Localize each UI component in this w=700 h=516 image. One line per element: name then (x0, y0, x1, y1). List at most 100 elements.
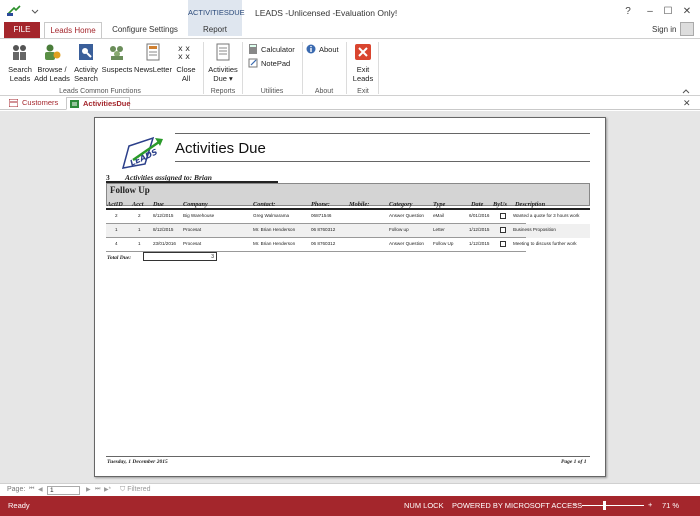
report-icon (216, 43, 230, 61)
title-rule (175, 161, 590, 162)
search-leads-label-2: Leads (9, 74, 31, 83)
activity-search-button[interactable]: Activity Search (72, 43, 100, 83)
browse-add-leads-button[interactable]: Browse / Add Leads (34, 43, 70, 83)
cell-company: Procesat (183, 241, 202, 246)
cell-date: 6/01/2016 (469, 213, 490, 218)
search-leads-label-1: Search (8, 65, 32, 74)
close-document-button[interactable]: ✕ (683, 98, 691, 109)
report-tab-icon (70, 100, 79, 108)
cell-due: 23/01/2016 (153, 241, 176, 246)
close-all-label-1: Close (176, 65, 196, 74)
group-label-reports: Reports (210, 88, 236, 95)
cell-contact: Greg Walmarama (253, 213, 290, 218)
close-window-button[interactable]: ✕ (680, 6, 694, 17)
footer-date: Tuesday, 1 December 2015 (107, 459, 168, 465)
group-label-leads-common: Leads Common Functions (59, 88, 141, 95)
tab-configure-settings[interactable]: Configure Settings (106, 22, 184, 38)
col-header-actid: ActID (107, 201, 123, 208)
status-ready: Ready (8, 501, 30, 510)
exit-leads-label-1: Exit (356, 65, 370, 74)
help-button[interactable]: ? (621, 6, 635, 17)
newsletter-icon (146, 43, 160, 61)
calculator-icon (249, 44, 257, 54)
group-divider (346, 42, 347, 94)
about-button[interactable]: About (306, 44, 339, 54)
ribbon-tab-row: FILE Leads Home Configure Settings Repor… (0, 22, 700, 38)
suspects-label: Suspects (101, 65, 133, 74)
calculator-button[interactable]: Calculator (248, 44, 295, 54)
browse-add-leads-label-1: Browse / (37, 65, 67, 74)
newsletter-button[interactable]: NewsLetter (134, 43, 172, 74)
next-page-icon[interactable]: ▶ (86, 486, 91, 493)
table-row: 4 1 23/01/2016 Procesat Mr. Brian Hender… (106, 238, 590, 252)
tab-leads-home[interactable]: Leads Home (44, 22, 102, 38)
status-powered-by: POWERED BY MICROSOFT ACCESS (452, 501, 583, 510)
cell-type: eMail (433, 213, 444, 218)
tab-report[interactable]: Report (190, 22, 240, 38)
close-all-button[interactable]: x xx x Close All (173, 43, 199, 83)
notepad-icon (248, 58, 258, 68)
exit-leads-button[interactable]: Exit Leads (350, 43, 376, 83)
previous-page-icon[interactable]: ◀ (38, 486, 43, 493)
group-divider (242, 42, 243, 94)
status-numlock: NUM LOCK (404, 501, 444, 510)
doc-tab-customers[interactable]: Customers (6, 97, 64, 110)
minimize-button[interactable]: – (643, 6, 657, 17)
doc-tab-activitiesdue[interactable]: ActivitiesDue (66, 97, 131, 110)
customize-qat-icon (31, 9, 39, 14)
close-all-label-2: All (181, 74, 191, 83)
cell-date: 1/12/2015 (469, 241, 490, 246)
doc-tab-label: Customers (22, 98, 59, 107)
ribbon: Search Leads Browse / Add Leads Activity… (0, 38, 700, 96)
quick-access-toolbar[interactable] (6, 4, 46, 18)
cell-category: Answer Question (389, 241, 424, 246)
first-page-icon[interactable]: ⏮ (29, 486, 34, 493)
byus-checkbox (500, 227, 506, 233)
cell-acct: 2 (138, 213, 141, 218)
filter-indicator[interactable]: ⛉ Filtered (120, 486, 151, 494)
calculator-label: Calculator (261, 44, 295, 54)
activities-due-button[interactable]: Activities Due ▾ (206, 43, 240, 83)
cell-due: 8/12/2015 (153, 227, 174, 232)
zoom-out-button[interactable]: − (573, 500, 577, 509)
cell-contact: Mr. Brian Henderson (253, 241, 296, 246)
add-person-icon (45, 44, 61, 60)
notepad-label: NotePad (261, 58, 291, 68)
zoom-slider-thumb[interactable] (603, 501, 606, 510)
sign-in-link[interactable]: Sign in (652, 25, 676, 34)
last-page-icon[interactable]: ⏭ (95, 486, 100, 493)
cell-type: Letter (433, 227, 445, 232)
group-label-about: About (314, 88, 334, 95)
tab-file[interactable]: FILE (4, 22, 40, 38)
col-header-contact: Contact: (253, 201, 276, 208)
document-tabs: Customers ActivitiesDue (0, 96, 700, 110)
cell-actid: 1 (115, 227, 118, 232)
suspects-button[interactable]: Suspects (101, 43, 133, 74)
collapse-ribbon-icon[interactable] (682, 88, 690, 94)
doc-tab-label: ActivitiesDue (83, 99, 131, 108)
col-header-due: Due (153, 201, 164, 208)
new-record-icon[interactable]: ▶* (104, 486, 111, 493)
cell-acct: 1 (138, 241, 141, 246)
cell-date: 1/12/2015 (469, 227, 490, 232)
cell-contact: Mr. Brian Henderson (253, 227, 296, 232)
exit-leads-label-2: Leads (352, 74, 374, 83)
col-header-phone: Phone: (311, 201, 330, 208)
cell-phone: 06 8760312 (311, 241, 336, 246)
zoom-in-button[interactable]: + (648, 500, 652, 509)
leads-app-icon (7, 5, 21, 16)
total-due-box: 3 (143, 252, 217, 261)
col-header-mobile: Mobile: (349, 201, 370, 208)
restore-button[interactable]: ☐ (661, 6, 675, 17)
notepad-button[interactable]: NotePad (248, 58, 290, 68)
search-leads-button[interactable]: Search Leads (7, 43, 33, 83)
avatar[interactable] (680, 22, 694, 36)
newsletter-label: NewsLetter (134, 65, 172, 74)
page-number-input[interactable]: 1 (47, 486, 80, 495)
activities-due-label-1: Activities (208, 65, 238, 74)
col-header-date: Date (471, 201, 484, 208)
zoom-slider[interactable] (582, 505, 644, 506)
cell-actid: 2 (115, 213, 118, 218)
byus-checkbox (500, 213, 506, 219)
cell-category: Follow up (389, 227, 409, 232)
